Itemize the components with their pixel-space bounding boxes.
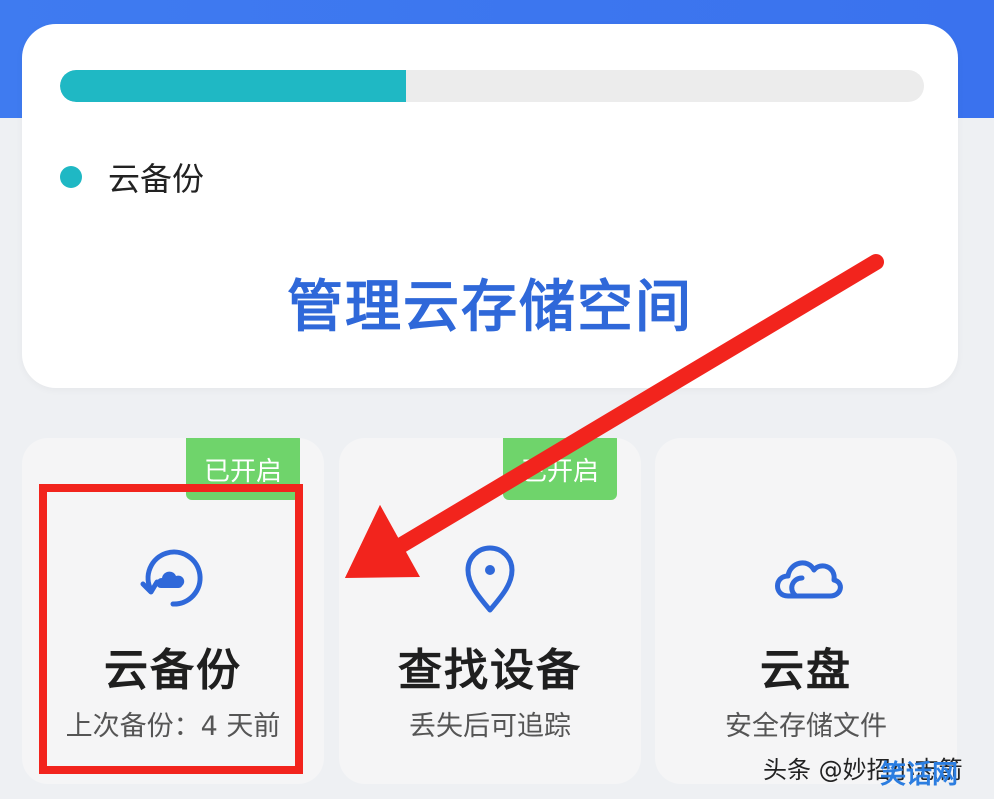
watermark-logo: 笑话网 <box>880 760 959 790</box>
storage-progress-fill <box>60 70 406 102</box>
storage-legend: 云备份 <box>60 154 204 200</box>
cloud-drive-tile[interactable]: 云盘 安全存储文件 <box>655 438 957 784</box>
tile-title: 云盘 <box>760 645 852 696</box>
annotation-highlight-box <box>39 484 303 774</box>
cloud-icon <box>775 560 843 599</box>
legend-dot <box>60 166 82 188</box>
manage-storage-link[interactable]: 管理云存储空间 <box>22 262 958 343</box>
location-pin-icon <box>465 545 515 613</box>
tile-subtitle: 丢失后可追踪 <box>409 711 571 742</box>
storage-progress-bar <box>60 70 924 102</box>
tile-title: 查找设备 <box>398 645 582 696</box>
status-badge: 已开启 <box>502 438 617 500</box>
tile-subtitle: 安全存储文件 <box>725 711 887 742</box>
storage-card: 云备份 管理云存储空间 <box>22 24 958 388</box>
legend-label: 云备份 <box>108 160 205 198</box>
find-device-tile[interactable]: 已开启 查找设备 丢失后可追踪 <box>339 438 641 784</box>
